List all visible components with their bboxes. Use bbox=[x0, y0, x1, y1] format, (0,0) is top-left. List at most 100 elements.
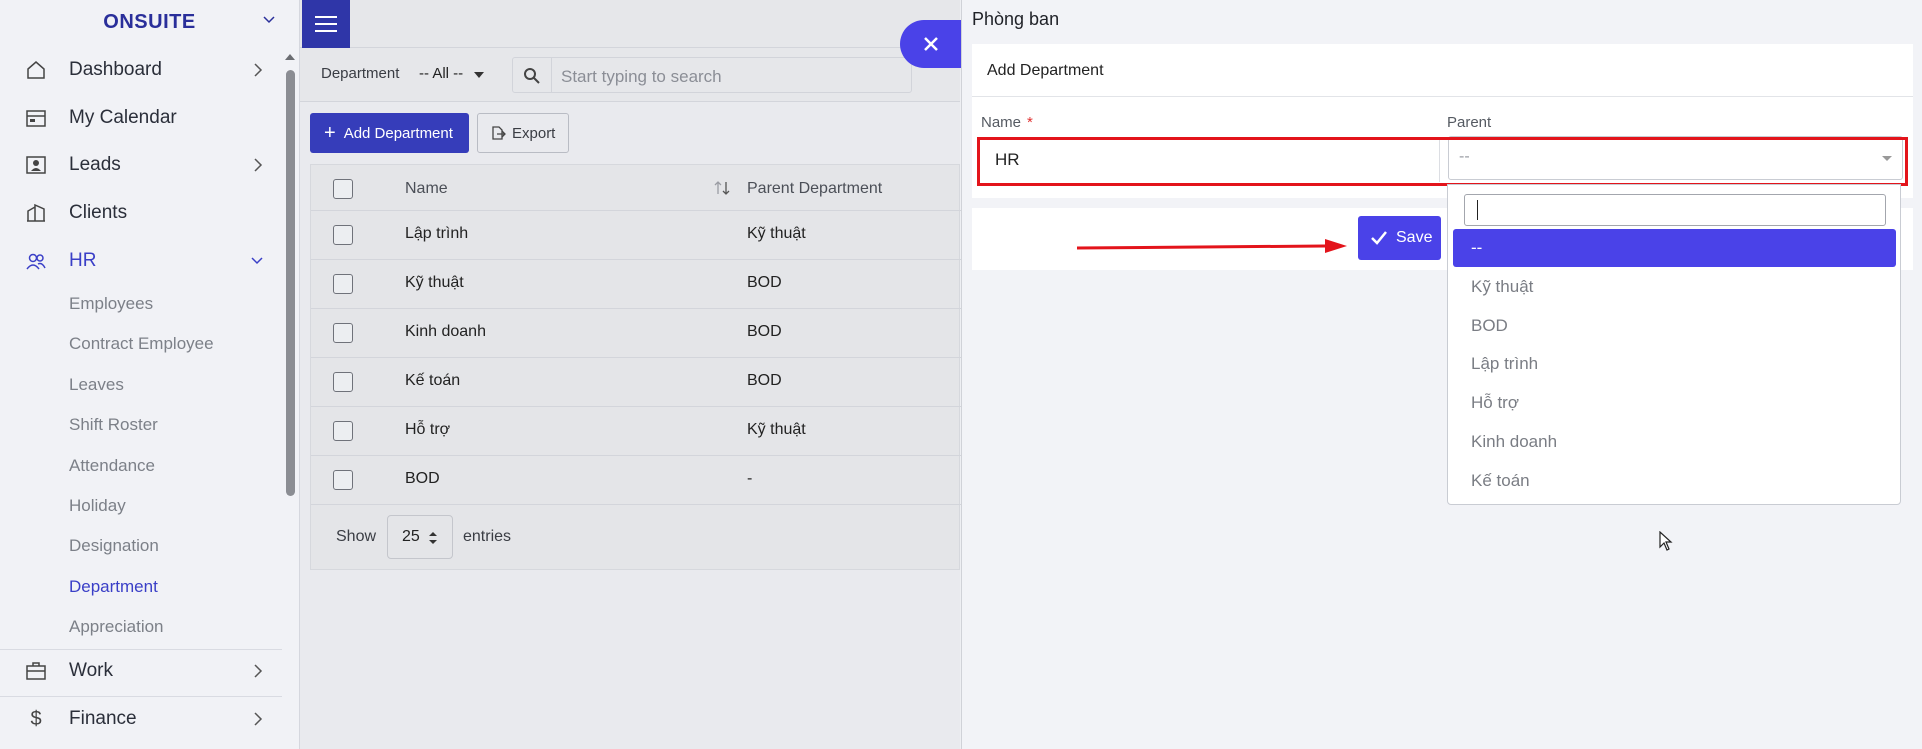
sidebar-item-label: Finance bbox=[69, 708, 137, 729]
dropdown-option[interactable]: Kỹ thuật bbox=[1453, 268, 1896, 306]
cell-parent: BOD bbox=[747, 323, 782, 340]
check-icon bbox=[1371, 231, 1387, 245]
sidebar-scrollbar-thumb[interactable] bbox=[286, 70, 295, 496]
sidebar-sub-appreciation[interactable]: Appreciation bbox=[69, 617, 164, 637]
user-card-icon bbox=[24, 153, 48, 177]
column-header-parent[interactable]: Parent Department bbox=[747, 180, 882, 198]
sidebar-item-leads[interactable]: Leads bbox=[0, 142, 282, 188]
name-label-text: Name bbox=[981, 114, 1022, 131]
table-row[interactable]: BOD - bbox=[311, 456, 961, 505]
dropdown-search-input[interactable] bbox=[1464, 194, 1886, 226]
row-checkbox[interactable] bbox=[333, 323, 353, 343]
page-size-select[interactable]: 25 bbox=[387, 515, 453, 559]
dollar-icon: $ bbox=[30, 707, 42, 730]
briefcase-icon bbox=[24, 659, 48, 683]
sidebar-item-work[interactable]: Work bbox=[0, 648, 282, 694]
sidebar-sub-designation[interactable]: Designation bbox=[69, 536, 159, 556]
table-row[interactable]: Kỹ thuật BOD bbox=[311, 260, 961, 309]
cell-parent: BOD bbox=[747, 372, 782, 389]
department-filter-select[interactable]: -- All -- bbox=[419, 65, 463, 82]
chevron-right-icon bbox=[254, 664, 263, 678]
cell-name: BOD bbox=[405, 470, 440, 487]
sort-icon[interactable] bbox=[713, 179, 731, 197]
highlight-box bbox=[977, 137, 1908, 186]
dropdown-option[interactable]: Hỗ trợ bbox=[1453, 384, 1896, 422]
sidebar-sub-holiday[interactable]: Holiday bbox=[69, 496, 126, 516]
sidebar-sub-attendance[interactable]: Attendance bbox=[69, 456, 155, 476]
calendar-icon bbox=[24, 106, 48, 130]
text-cursor bbox=[1477, 200, 1478, 220]
dropdown-option[interactable]: Kinh doanh bbox=[1453, 423, 1896, 461]
search-input[interactable]: Start typing to search bbox=[512, 57, 912, 93]
sidebar-item-clients[interactable]: Clients bbox=[0, 190, 282, 236]
form-header: Add Department bbox=[972, 44, 1913, 97]
hamburger-menu-button[interactable] bbox=[302, 0, 350, 48]
sidebar-sub-shift-roster[interactable]: Shift Roster bbox=[69, 415, 158, 435]
add-department-button[interactable]: + Add Department bbox=[310, 113, 469, 153]
row-checkbox[interactable] bbox=[333, 372, 353, 392]
close-panel-button[interactable] bbox=[900, 20, 962, 68]
filter-bar: Department -- All -- Start typing to sea… bbox=[300, 48, 960, 102]
sidebar-item-my-calendar[interactable]: My Calendar bbox=[0, 95, 282, 141]
search-divider bbox=[551, 58, 552, 92]
dropdown-option[interactable]: -- bbox=[1453, 229, 1896, 267]
plus-icon: + bbox=[324, 122, 336, 144]
sort-updown-icon bbox=[429, 532, 437, 544]
cell-name: Kế toán bbox=[405, 372, 461, 389]
chevron-down-icon[interactable] bbox=[263, 14, 275, 26]
search-icon bbox=[524, 68, 540, 84]
required-mark: * bbox=[1027, 114, 1033, 131]
table-row[interactable]: Hỗ trợ Kỹ thuật bbox=[311, 407, 961, 456]
table-row[interactable]: Kinh doanh BOD bbox=[311, 309, 961, 358]
cell-parent: Kỹ thuật bbox=[747, 421, 806, 438]
sidebar: ONSUITE Dashboard My Calendar Leads Clie… bbox=[0, 0, 300, 749]
brand-name: ONSUITE bbox=[103, 10, 196, 33]
sidebar-item-dashboard[interactable]: Dashboard bbox=[0, 47, 282, 93]
cell-name: Kinh doanh bbox=[405, 323, 486, 340]
home-icon bbox=[24, 58, 48, 82]
export-label: Export bbox=[512, 124, 556, 142]
sidebar-sub-department[interactable]: Department bbox=[69, 577, 158, 597]
row-checkbox[interactable] bbox=[333, 470, 353, 490]
save-button[interactable]: Save bbox=[1358, 216, 1441, 260]
entries-label: entries bbox=[463, 528, 512, 545]
page-size-value: 25 bbox=[402, 528, 420, 545]
sidebar-item-label: Dashboard bbox=[69, 59, 162, 80]
sidebar-item-label: My Calendar bbox=[69, 107, 177, 128]
column-header-name[interactable]: Name bbox=[405, 180, 448, 198]
chevron-right-icon bbox=[254, 63, 263, 77]
row-checkbox[interactable] bbox=[333, 421, 353, 441]
cell-parent: BOD bbox=[747, 274, 782, 291]
caret-down-icon[interactable] bbox=[474, 72, 484, 78]
dropdown-option[interactable]: Lập trình bbox=[1453, 345, 1896, 383]
sidebar-item-hr[interactable]: HR bbox=[0, 238, 282, 284]
dropdown-option[interactable]: BOD bbox=[1453, 307, 1896, 345]
row-checkbox[interactable] bbox=[333, 225, 353, 245]
sidebar-item-finance[interactable]: $ Finance bbox=[0, 696, 282, 742]
brand[interactable]: ONSUITE bbox=[0, 0, 299, 44]
parent-label: Parent bbox=[1447, 114, 1492, 131]
arrow-annotation-icon bbox=[1076, 239, 1347, 253]
sidebar-sub-contract-employee[interactable]: Contract Employee bbox=[69, 334, 214, 354]
select-all-checkbox[interactable] bbox=[333, 179, 353, 199]
scroll-up-icon[interactable] bbox=[284, 52, 296, 62]
topbar bbox=[300, 0, 960, 48]
form-title: Add Department bbox=[987, 62, 1104, 79]
name-label: Name * bbox=[981, 114, 1033, 131]
export-button[interactable]: Export bbox=[477, 113, 569, 153]
sidebar-item-label: HR bbox=[69, 250, 97, 271]
close-icon bbox=[924, 37, 938, 51]
row-checkbox[interactable] bbox=[333, 274, 353, 294]
chevron-right-icon bbox=[254, 158, 263, 172]
cell-name: Hỗ trợ bbox=[405, 421, 451, 438]
sidebar-sub-leaves[interactable]: Leaves bbox=[69, 375, 124, 395]
department-table: Name Parent Department Lập trình Kỹ thuậ… bbox=[310, 164, 961, 570]
users-icon bbox=[24, 249, 48, 273]
sidebar-sub-employees[interactable]: Employees bbox=[69, 294, 153, 314]
cell-parent: Kỹ thuật bbox=[747, 225, 806, 242]
main-content: Department -- All -- Start typing to sea… bbox=[300, 0, 961, 749]
dropdown-option[interactable]: Kế toán bbox=[1453, 462, 1896, 500]
add-department-label: Add Department bbox=[343, 124, 453, 142]
table-row[interactable]: Lập trình Kỹ thuật bbox=[311, 211, 961, 260]
table-row[interactable]: Kế toán BOD bbox=[311, 358, 961, 407]
